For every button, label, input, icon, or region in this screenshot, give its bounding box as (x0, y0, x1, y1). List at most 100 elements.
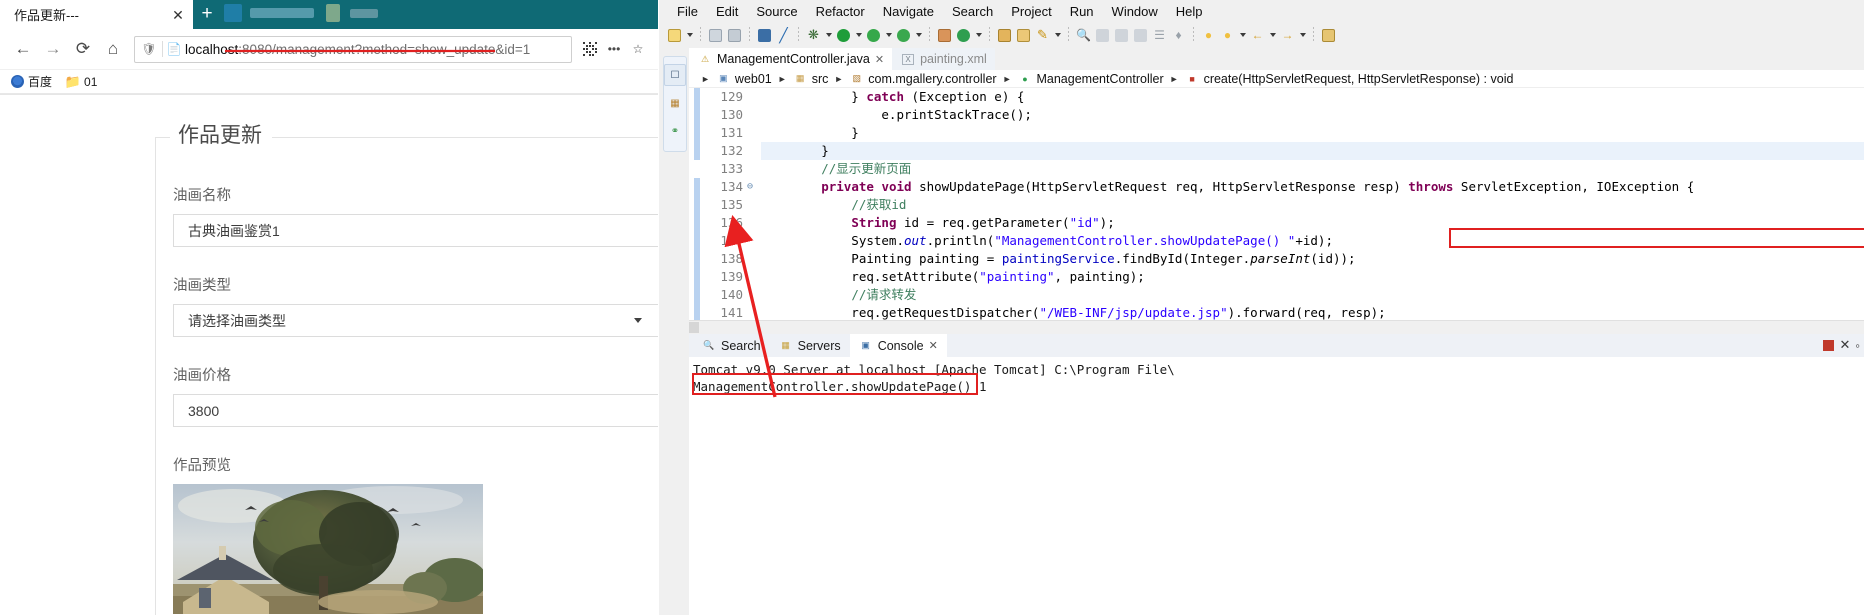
debug-icon[interactable]: ❋ (804, 26, 823, 45)
breadcrumb-item-src[interactable]: ▦ src (793, 71, 828, 86)
run-icon[interactable] (834, 26, 853, 45)
search-toolbar-icon[interactable]: 🔍 (1074, 26, 1093, 45)
fold-marker[interactable] (747, 232, 759, 250)
stop-dropdown-icon[interactable] (913, 26, 924, 45)
console-view-icon[interactable] (755, 26, 774, 45)
perspective-icon[interactable] (1319, 26, 1338, 45)
menu-edit[interactable]: Edit (707, 4, 747, 19)
run-server-icon[interactable] (864, 26, 883, 45)
fold-marker[interactable] (747, 106, 759, 124)
fold-marker[interactable] (747, 268, 759, 286)
close-icon[interactable]: ✕ (929, 339, 938, 352)
fold-marker[interactable] (747, 286, 759, 304)
back-dropdown-icon[interactable] (1267, 26, 1278, 45)
editor-horizontal-scrollbar[interactable] (689, 320, 1864, 333)
painting-name-input[interactable]: 古典油画鉴赏1 (173, 214, 658, 247)
new-tab-icon[interactable]: + (196, 3, 218, 25)
menu-navigate[interactable]: Navigate (874, 4, 943, 19)
fold-marker[interactable]: ⊖ (747, 178, 759, 196)
terminate-icon[interactable] (1823, 339, 1835, 351)
previous-annotation-icon[interactable]: ● (1199, 26, 1218, 45)
bookmark-star-icon[interactable]: ☆ (626, 37, 650, 61)
stop-server-icon[interactable] (894, 26, 913, 45)
restore-view-icon[interactable]: ☐ (664, 64, 686, 86)
editor-tab-xml[interactable]: X painting.xml (892, 48, 995, 70)
tab-console[interactable]: ▣ Console ✕ (849, 334, 947, 357)
tab-servers[interactable]: ▦ Servers (770, 334, 850, 357)
save-all-icon[interactable] (725, 26, 744, 45)
menu-window[interactable]: Window (1103, 4, 1167, 19)
quickfix-dropdown-icon[interactable] (1052, 26, 1063, 45)
open-resource-icon[interactable] (1014, 26, 1033, 45)
painting-type-select[interactable]: 请选择油画类型 (173, 304, 658, 337)
new-class-icon[interactable] (954, 26, 973, 45)
menu-refactor[interactable]: Refactor (807, 4, 874, 19)
fold-marker[interactable] (747, 88, 759, 106)
console-output[interactable]: Tomcat v9.0 Server at localhost [Apache … (689, 357, 1864, 615)
browser-tab[interactable]: 作品更新--- ✕ (0, 0, 193, 29)
reload-icon[interactable]: ⟳ (68, 34, 98, 64)
fold-marker[interactable] (747, 304, 759, 320)
forward-dropdown-icon[interactable] (1297, 26, 1308, 45)
task-icon[interactable] (1093, 26, 1112, 45)
breadcrumb-item-class[interactable]: ● ManagementController (1017, 71, 1163, 86)
breadcrumb-item-package[interactable]: ▧ com.mgallery.controller (849, 71, 997, 86)
tab-search[interactable]: 🔍 Search (693, 334, 770, 357)
back-icon[interactable]: ← (8, 34, 38, 64)
fold-marker[interactable] (747, 214, 759, 232)
breadcrumb-item-project[interactable]: ▣ web01 (716, 71, 772, 86)
back-history-icon[interactable]: ← (1248, 26, 1267, 45)
code-text[interactable]: } catch (Exception e) { e.printStackTrac… (761, 88, 1864, 320)
menu-source[interactable]: Source (747, 4, 806, 19)
new-dropdown-icon[interactable] (684, 26, 695, 45)
bookmark-item-baidu[interactable]: 百度 (10, 73, 52, 90)
forward-history-icon[interactable]: → (1278, 26, 1297, 45)
close-icon[interactable]: ✕ (875, 53, 884, 66)
fold-marker[interactable] (747, 124, 759, 142)
outline-icon[interactable] (1131, 26, 1150, 45)
shield-icon[interactable]: 🛡 (139, 42, 159, 56)
new-package-icon[interactable] (935, 26, 954, 45)
fold-marker[interactable] (747, 142, 759, 160)
run-server-dropdown-icon[interactable] (883, 26, 894, 45)
scrollbar-thumb[interactable] (689, 322, 699, 333)
marker-icon[interactable] (1112, 26, 1131, 45)
menu-project[interactable]: Project (1002, 4, 1060, 19)
home-icon[interactable]: ⌂ (98, 34, 128, 64)
open-type-icon[interactable] (995, 26, 1014, 45)
menu-search[interactable]: Search (943, 4, 1002, 19)
run-dropdown-icon[interactable] (853, 26, 864, 45)
editor-tab-java[interactable]: ⚠ ManagementController.java ✕ (689, 48, 893, 70)
remove-console-icon[interactable]: ✕ (1839, 337, 1850, 353)
menu-help[interactable]: Help (1167, 4, 1212, 19)
next-annotation-icon[interactable]: ● (1218, 26, 1237, 45)
pin-icon[interactable]: ♦ (1169, 26, 1188, 45)
fold-marker[interactable] (747, 160, 759, 178)
close-icon[interactable]: ✕ (169, 6, 187, 24)
forward-icon[interactable]: → (38, 34, 68, 64)
qrcode-icon[interactable] (578, 37, 602, 61)
more-options-icon[interactable]: ••• (602, 37, 626, 61)
painting-price-input[interactable]: 3800 (173, 394, 658, 427)
new-file-icon[interactable] (665, 26, 684, 45)
package-explorer-icon[interactable]: ▦ (664, 92, 686, 114)
menu-file[interactable]: File (668, 4, 707, 19)
fold-marker[interactable] (747, 196, 759, 214)
save-icon[interactable] (706, 26, 725, 45)
annotation-dropdown-icon[interactable] (1237, 26, 1248, 45)
fold-marker[interactable] (747, 250, 759, 268)
new-class-dropdown-icon[interactable] (973, 26, 984, 45)
code-lines-container[interactable]: 1291301311321331341351361371381391401411… (689, 88, 1864, 320)
menu-run[interactable]: Run (1061, 4, 1103, 19)
bookmark-item-01[interactable]: 📁 01 (65, 74, 97, 89)
debug-dropdown-icon[interactable] (823, 26, 834, 45)
breadcrumb-item-method[interactable]: ■ create(HttpServletRequest, HttpServlet… (1185, 71, 1513, 86)
address-bar[interactable]: 🛡 📄 localhost:8080/management?method=sho… (134, 35, 572, 63)
remove-all-consoles-icon[interactable]: ◦ (1855, 338, 1860, 353)
quickfix-icon[interactable]: ✎ (1033, 26, 1052, 45)
fold-column[interactable]: ⊖ (747, 88, 759, 320)
hierarchy-icon[interactable]: ⚭ (664, 120, 686, 142)
page-info-icon[interactable]: 📄 (166, 42, 182, 56)
skip-breakpoints-icon[interactable]: ╱ (774, 26, 793, 45)
bookmark-icon[interactable]: ☰ (1150, 26, 1169, 45)
